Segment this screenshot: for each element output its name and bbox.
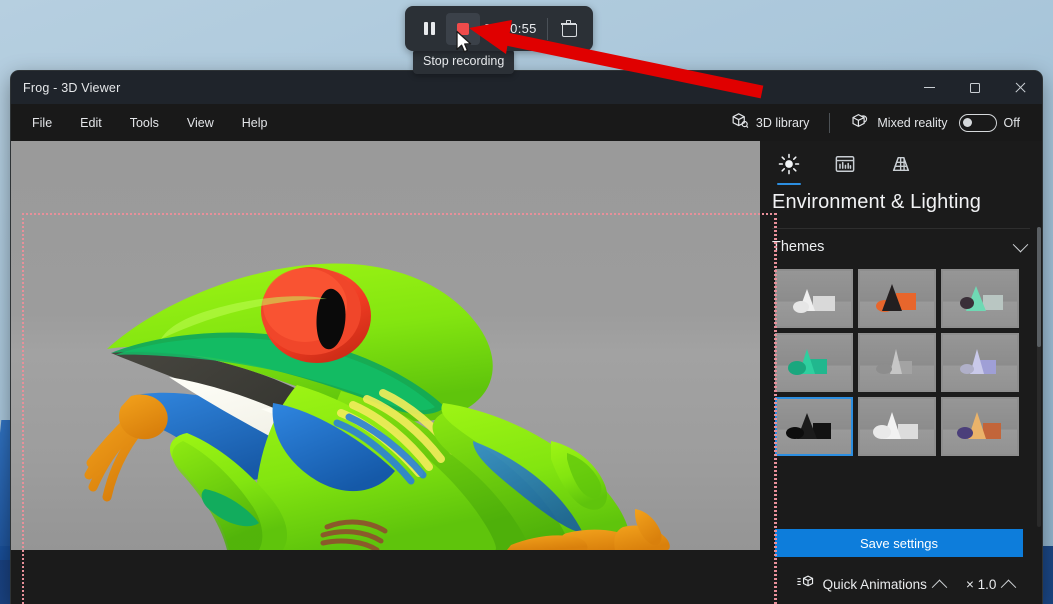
panel-stats-icon: [834, 154, 856, 179]
mixed-reality-icon: [850, 111, 870, 135]
pause-icon: [424, 22, 436, 35]
menu-bar-right-group: 3D library Mixed reality Off: [722, 104, 1028, 141]
theme-thumbnail[interactable]: [858, 333, 936, 392]
menu-item-tools[interactable]: Tools: [119, 111, 170, 135]
minimize-button[interactable]: [907, 71, 952, 104]
theme-thumbnail[interactable]: [858, 269, 936, 328]
menu-item-view[interactable]: View: [176, 111, 225, 135]
delete-recording-button[interactable]: [552, 13, 585, 45]
model-viewport[interactable]: [11, 141, 760, 604]
theme-thumbnail[interactable]: [858, 397, 936, 456]
themes-section-header[interactable]: Themes: [760, 229, 1042, 255]
screen-capture-region-right-edge: [775, 213, 777, 604]
menu-separator: [829, 112, 831, 133]
minimize-icon: [924, 86, 935, 89]
stop-recording-button[interactable]: [446, 12, 480, 45]
pause-recording-button[interactable]: [413, 13, 446, 45]
window-controls: [907, 71, 1042, 104]
tab-statistics[interactable]: [828, 150, 862, 182]
sun-icon: [778, 153, 800, 180]
theme-thumbnail-selected[interactable]: [775, 397, 853, 456]
side-panel: Environment & Lighting Themes Save setti…: [760, 141, 1042, 604]
desktop: Frog - 3D Viewer File Edit Tools View He…: [0, 0, 1053, 604]
playback-speed-label: × 1.0: [965, 576, 997, 592]
menu-bar: File Edit Tools View Help 3D library Mix…: [11, 104, 1042, 141]
model-stage: [11, 141, 760, 550]
active-tab-indicator: [777, 182, 801, 185]
chevron-up-icon-speed[interactable]: [1001, 579, 1017, 595]
3d-library-icon: [730, 111, 749, 135]
window-title: Frog - 3D Viewer: [23, 80, 121, 95]
stop-recording-tooltip: Stop recording: [413, 49, 515, 74]
title-bar: Frog - 3D Viewer: [11, 71, 1042, 104]
themes-label: Themes: [772, 239, 825, 255]
quick-animations-label: Quick Animations: [822, 576, 927, 592]
3d-library-label: 3D library: [755, 115, 810, 130]
quick-animations-icon: [796, 573, 816, 596]
tab-environment-lighting[interactable]: [772, 150, 806, 185]
panel-title: Environment & Lighting: [772, 191, 981, 213]
recording-toolbar: 00:00:55: [405, 6, 593, 51]
menu-item-file[interactable]: File: [21, 111, 63, 135]
mixed-reality-state: Off: [1003, 115, 1020, 130]
panel-tab-strip: [760, 141, 1042, 185]
theme-thumbnail[interactable]: [941, 269, 1019, 328]
chevron-up-icon-animations[interactable]: [931, 579, 948, 595]
content-area: Environment & Lighting Themes Save setti…: [11, 141, 1042, 604]
chevron-down-icon: [1012, 236, 1029, 252]
grid-icon: [890, 154, 912, 179]
3d-library-button[interactable]: 3D library: [722, 106, 818, 140]
panel-bottom-bar: Quick Animations × 1.0: [760, 564, 1042, 604]
menu-item-help[interactable]: Help: [231, 111, 279, 135]
maximize-button[interactable]: [952, 71, 997, 104]
frog-3d-model[interactable]: [11, 141, 760, 550]
trash-icon: [560, 20, 577, 37]
mixed-reality-toggle[interactable]: [958, 113, 997, 132]
theme-thumbnail[interactable]: [941, 333, 1019, 392]
close-icon: [1014, 82, 1026, 94]
recording-timer: 00:00:55: [483, 21, 537, 36]
theme-thumbnail[interactable]: [941, 397, 1019, 456]
theme-thumbnail[interactable]: [775, 333, 853, 392]
maximize-icon: [969, 82, 980, 93]
save-settings-button[interactable]: Save settings: [775, 529, 1023, 557]
mixed-reality-control[interactable]: Mixed reality Off: [842, 106, 1028, 140]
menu-item-edit[interactable]: Edit: [69, 111, 113, 135]
tab-grid[interactable]: [884, 150, 918, 182]
panel-scrollbar-thumb[interactable]: [1037, 227, 1041, 347]
close-button[interactable]: [997, 71, 1042, 104]
mixed-reality-label: Mixed reality: [877, 115, 948, 130]
theme-thumbnail[interactable]: [775, 269, 853, 328]
theme-thumbnail-grid: [760, 255, 1042, 456]
app-window-3d-viewer: Frog - 3D Viewer File Edit Tools View He…: [11, 71, 1042, 604]
stop-icon: [456, 22, 469, 35]
viewport-footer: [11, 550, 760, 604]
toolbar-separator: [546, 17, 548, 40]
